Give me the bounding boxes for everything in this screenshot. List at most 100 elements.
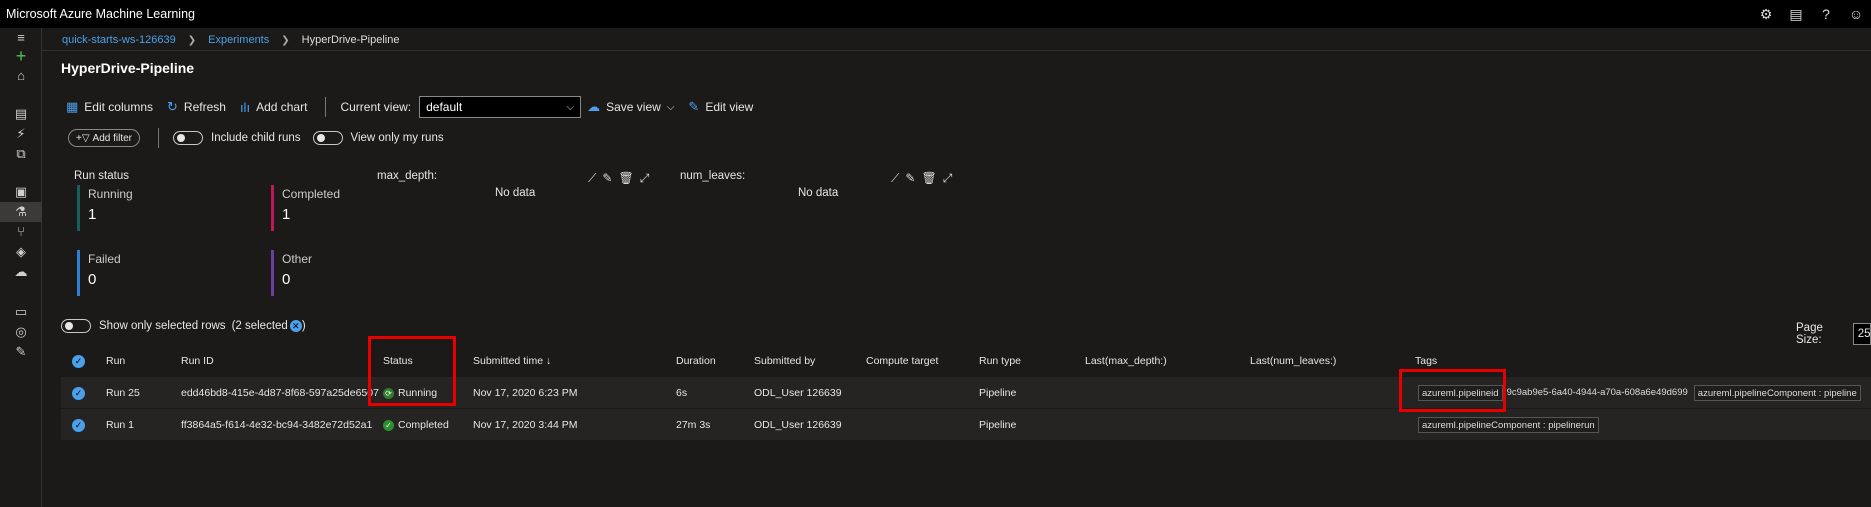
- models-icon[interactable]: ◈: [9, 242, 33, 262]
- automl-icon[interactable]: ⚡: [9, 124, 33, 144]
- column-header-compute-target[interactable]: Compute target: [866, 345, 938, 377]
- add-filter-button[interactable]: +▽ Add filter: [68, 129, 140, 147]
- toolbar: ▦ Edit columns ↻ Refresh ılı Add chart C…: [66, 94, 767, 120]
- edit-view-button[interactable]: ✎ Edit view: [688, 99, 753, 115]
- column-header-submitted-by[interactable]: Submitted by: [754, 345, 815, 377]
- experiments-icon[interactable]: ⚗: [0, 202, 42, 222]
- run-id-link[interactable]: ff3864a5-f614-4e32-bc94-3482e72d52a1: [181, 409, 372, 441]
- pencil-icon[interactable]: ✎: [602, 171, 612, 186]
- pipelines-icon[interactable]: ⑂: [9, 222, 33, 242]
- save-view-label: Save view: [606, 100, 661, 114]
- chart-num-leaves-title: num_leaves:: [680, 170, 746, 182]
- line-chart-icon[interactable]: ⟋: [588, 171, 596, 186]
- column-header-run-id[interactable]: Run ID: [181, 345, 214, 377]
- table-row[interactable]: ✓ Run 25 edd46bd8-415e-4d87-8f68-597a25d…: [61, 377, 1871, 409]
- column-header-duration[interactable]: Duration: [676, 345, 716, 377]
- breadcrumb-workspace[interactable]: quick-starts-ws-126639: [62, 34, 176, 46]
- selected-count-close: ): [301, 320, 306, 332]
- highlight-tag-box: [1399, 369, 1506, 412]
- include-child-runs-toggle-group: Include child runs: [173, 131, 301, 145]
- edit-columns-label: Edit columns: [84, 100, 153, 114]
- line-chart-icon[interactable]: ⟋: [891, 171, 899, 186]
- breadcrumb-current: HyperDrive-Pipeline: [301, 34, 400, 46]
- expand-icon[interactable]: ⤢: [640, 171, 650, 186]
- datastores-icon[interactable]: ◎: [9, 322, 33, 342]
- create-new-icon[interactable]: +: [9, 46, 33, 66]
- run-type-cell: Pipeline: [979, 419, 1017, 431]
- divider: [325, 97, 327, 117]
- run-id-link[interactable]: edd46bd8-415e-4d87-8f68-597a25de6507: [181, 377, 379, 409]
- column-header-last-num-leaves[interactable]: Last(num_leaves:): [1250, 345, 1336, 377]
- feedback-icon[interactable]: ▤: [1781, 6, 1811, 23]
- run-link[interactable]: Run 25: [106, 377, 140, 409]
- tag-badge: azureml.pipelineComponent : pipelinerun: [1418, 417, 1599, 434]
- table-row[interactable]: ✓ Run 1 ff3864a5-f614-4e32-bc94-3482e72d…: [61, 409, 1871, 441]
- run-status-title: Run status: [74, 170, 129, 182]
- current-view-dropdown[interactable]: default ⌵: [419, 96, 582, 118]
- column-header-submitted-time[interactable]: Submitted time ↓: [473, 345, 551, 377]
- pencil-icon[interactable]: ✎: [905, 171, 915, 186]
- divider: [158, 128, 159, 148]
- running-stat-label: Running: [88, 187, 133, 201]
- row-checkbox[interactable]: ✓: [72, 409, 85, 441]
- row-checkbox[interactable]: ✓: [72, 377, 85, 409]
- add-filter-label: Add filter: [92, 132, 132, 144]
- top-icons: ⚙ ▤ ? ☺: [1751, 0, 1871, 28]
- expand-icon[interactable]: ⤢: [943, 171, 953, 186]
- other-stat-label: Other: [282, 252, 313, 266]
- running-stat: Running 1: [77, 185, 217, 231]
- compute-icon[interactable]: ▭: [9, 302, 33, 322]
- gear-icon[interactable]: ⚙: [1751, 6, 1781, 23]
- datasets-icon[interactable]: ▣: [9, 182, 33, 202]
- show-selected-rows-label: Show only selected rows: [99, 320, 226, 332]
- edit-view-label: Edit view: [705, 100, 754, 114]
- completed-stat-value: 1: [282, 206, 291, 223]
- refresh-button[interactable]: ↻ Refresh: [167, 99, 226, 115]
- help-icon[interactable]: ?: [1811, 6, 1841, 22]
- edit-columns-button[interactable]: ▦ Edit columns: [66, 99, 153, 115]
- include-child-runs-toggle[interactable]: [173, 131, 203, 145]
- app-title[interactable]: Microsoft Azure Machine Learning: [0, 7, 195, 21]
- page-size-input[interactable]: 25: [1852, 323, 1871, 345]
- show-selected-rows-toggle[interactable]: [61, 319, 91, 333]
- smiley-icon[interactable]: ☺: [1841, 6, 1871, 22]
- clear-selection-icon[interactable]: ✕: [289, 320, 302, 332]
- chart-max-depth-no-data: No data: [495, 187, 536, 199]
- completed-stat-label: Completed: [282, 187, 341, 201]
- breadcrumb-experiments[interactable]: Experiments: [208, 34, 269, 46]
- status-cell: ✓ Completed: [383, 409, 449, 441]
- chevron-right-icon: ❯: [187, 34, 197, 46]
- labeling-icon[interactable]: ✎: [9, 342, 33, 362]
- duration-cell: 6s: [676, 387, 688, 399]
- column-header-last-max-depth[interactable]: Last(max_depth:): [1085, 345, 1167, 377]
- run-link[interactable]: Run 1: [106, 409, 134, 441]
- notebooks-icon[interactable]: ▤: [9, 104, 33, 124]
- select-all-checkbox[interactable]: ✓: [72, 345, 85, 377]
- table-icon: ▦: [66, 99, 79, 114]
- home-icon[interactable]: ⌂: [9, 66, 33, 86]
- hamburger-menu-icon[interactable]: ≡: [9, 28, 33, 48]
- save-view-button[interactable]: ☁ Save view ⌵: [587, 99, 674, 115]
- filter-icon: +▽: [76, 132, 90, 144]
- endpoints-icon[interactable]: ☁: [9, 262, 33, 282]
- column-header-run[interactable]: Run: [106, 345, 125, 377]
- view-only-my-runs-toggle[interactable]: [312, 131, 343, 145]
- chart-num-leaves-no-data: No data: [798, 187, 839, 199]
- top-bar: Microsoft Azure Machine Learning ⚙ ▤ ? ☺: [0, 0, 1871, 28]
- pencil-icon: ✎: [688, 99, 700, 114]
- add-chart-button[interactable]: ılı Add chart: [240, 100, 308, 115]
- filter-bar: +▽ Add filter Include child runs View on…: [68, 127, 456, 149]
- designer-icon[interactable]: ⧉: [9, 144, 33, 164]
- trash-icon[interactable]: 🗑: [921, 171, 936, 186]
- column-header-run-type[interactable]: Run type: [979, 345, 1021, 377]
- trash-icon[interactable]: 🗑: [618, 171, 633, 186]
- bar-chart-icon: ılı: [239, 99, 251, 115]
- page-size-group: Page Size: 25: [1796, 322, 1871, 346]
- page-title: HyperDrive-Pipeline: [61, 60, 195, 76]
- submitted-time-cell: Nov 17, 2020 3:44 PM: [473, 419, 578, 431]
- failed-stat-value: 0: [88, 271, 97, 288]
- chevron-down-icon: ⌵: [566, 101, 575, 113]
- chart-max-depth-actions: ⟋ ✎ 🗑 ⤢: [588, 171, 655, 186]
- table-header-row: ✓ Run Run ID Status Submitted time ↓ Dur…: [61, 345, 1871, 377]
- failed-stat: Failed 0: [77, 250, 217, 296]
